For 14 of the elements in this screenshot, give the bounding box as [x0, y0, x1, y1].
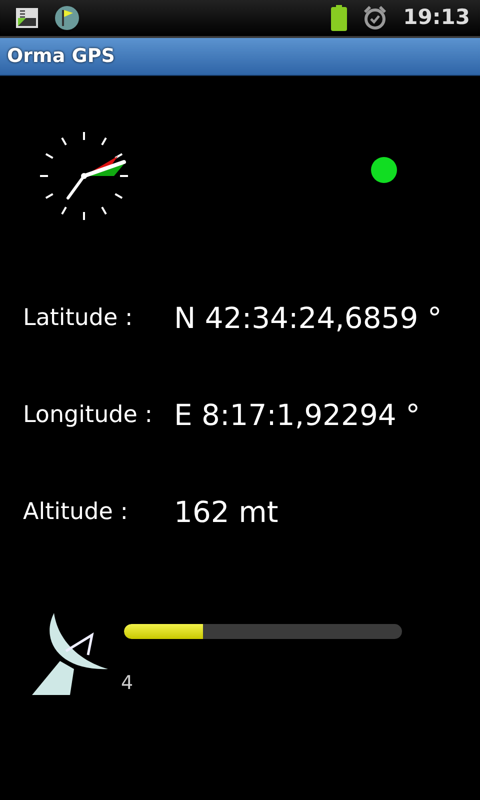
window-title: Orma GPS: [7, 44, 115, 70]
field-value: E 8:17:1,92294 °: [174, 396, 420, 434]
field-label: Latitude :: [23, 304, 134, 334]
field-value: 162 mt: [174, 494, 278, 531]
clock-time: 19:13: [403, 4, 470, 32]
field-label: Longitude :: [23, 401, 154, 430]
alarm-icon: [363, 6, 388, 30]
field-value: N 42:34:24,6859 °: [174, 300, 442, 337]
flag-icon: [54, 5, 80, 31]
network-icon: [16, 8, 38, 28]
gps-status-dot: [371, 157, 397, 183]
field-label: Altitude :: [23, 498, 129, 528]
battery-icon: [331, 5, 348, 31]
satellite-count: 4: [121, 670, 134, 696]
